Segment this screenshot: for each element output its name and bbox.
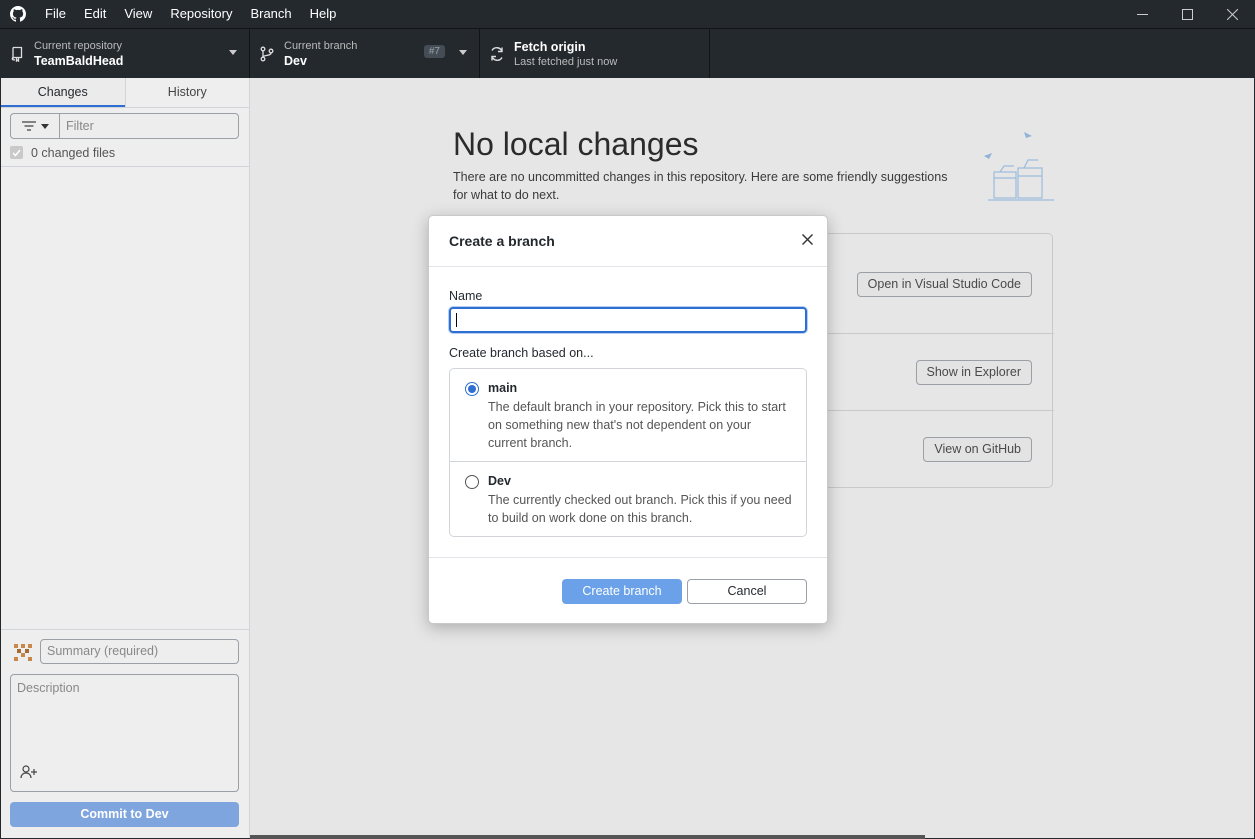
cancel-button[interactable]: Cancel: [687, 579, 807, 604]
repo-icon: [0, 46, 34, 62]
name-label: Name: [449, 289, 483, 303]
add-coauthor-icon[interactable]: [20, 765, 38, 782]
page-description: There are no uncommitted changes in this…: [453, 170, 948, 202]
commit-area: Summary (required) Description Commit to…: [1, 629, 249, 838]
current-repository-button[interactable]: Current repository TeamBaldHead: [0, 29, 250, 78]
title-bar: File Edit View Repository Branch Help: [0, 0, 1255, 28]
filter-input[interactable]: Filter: [59, 113, 239, 139]
option-title: Dev: [488, 474, 511, 488]
branch-icon: [250, 46, 284, 62]
github-logo-icon: [0, 0, 36, 28]
page-title: No local changes: [453, 126, 699, 162]
close-icon[interactable]: [801, 233, 815, 247]
dialog-title: Create a branch: [449, 233, 555, 249]
option-dev[interactable]: Dev The currently checked out branch. Pi…: [450, 461, 806, 536]
repo-name: TeamBaldHead: [34, 53, 124, 68]
sync-icon: [480, 46, 514, 62]
window-controls: [1120, 0, 1255, 28]
menu-edit[interactable]: Edit: [75, 0, 115, 28]
option-description: The default branch in your repository. P…: [488, 400, 786, 450]
menu-repository[interactable]: Repository: [161, 0, 241, 28]
branch-name-input[interactable]: [449, 307, 807, 333]
option-main[interactable]: main The default branch in your reposito…: [450, 369, 806, 462]
description-input[interactable]: Description: [10, 674, 239, 792]
view-on-github-button[interactable]: View on GitHub: [923, 437, 1032, 462]
empty-state-illustration-icon: [980, 128, 1060, 204]
chevron-down-icon: [40, 123, 49, 129]
create-branch-button[interactable]: Create branch: [562, 579, 682, 604]
description-placeholder: Description: [17, 681, 80, 695]
filter-options-button[interactable]: [10, 113, 59, 139]
option-title: main: [488, 381, 518, 395]
minimize-icon[interactable]: [1120, 0, 1165, 28]
summary-input[interactable]: Summary (required): [40, 639, 239, 664]
avatar: [10, 639, 35, 664]
changed-files-count: 0 changed files: [31, 145, 116, 160]
menu-file[interactable]: File: [36, 0, 75, 28]
filter-row: Filter: [10, 113, 239, 139]
fetch-origin-button[interactable]: Fetch origin Last fetched just now: [480, 29, 710, 78]
branch-name: Dev: [284, 53, 307, 68]
fetch-desc: Last fetched just now: [514, 55, 618, 68]
dialog-body: Name Create branch based on... main The …: [429, 267, 827, 557]
changed-files-header: 0 changed files: [1, 139, 249, 167]
commit-button[interactable]: Commit to Dev: [10, 802, 239, 827]
show-in-explorer-button[interactable]: Show in Explorer: [915, 360, 1032, 385]
sidebar-tabs: Changes History: [1, 78, 249, 108]
dialog-header: Create a branch: [429, 216, 827, 267]
sidebar: Changes History Filter 0 changed files S…: [1, 78, 250, 838]
text-cursor: [456, 313, 457, 327]
radio-dev[interactable]: [465, 475, 479, 489]
base-branch-options: main The default branch in your reposito…: [449, 368, 807, 537]
chevron-down-icon: [459, 50, 467, 55]
maximize-icon[interactable]: [1165, 0, 1210, 28]
repo-desc: Current repository: [34, 39, 123, 52]
radio-main[interactable]: [465, 382, 479, 396]
close-window-icon[interactable]: [1210, 0, 1255, 28]
toolbar: Current repository TeamBaldHead Current …: [0, 28, 1255, 78]
option-description: The currently checked out branch. Pick t…: [488, 493, 792, 525]
filter-icon: [21, 121, 36, 131]
select-all-checkbox[interactable]: [10, 146, 23, 159]
chevron-down-icon: [229, 50, 237, 55]
dialog-footer: Create branch Cancel: [429, 557, 827, 623]
branch-desc: Current branch: [284, 39, 358, 52]
menu-branch[interactable]: Branch: [241, 0, 300, 28]
menu-help[interactable]: Help: [301, 0, 346, 28]
tab-history[interactable]: History: [124, 78, 250, 107]
pull-request-badge: #7: [423, 45, 445, 58]
current-branch-button[interactable]: Current branch Dev #7: [250, 29, 480, 78]
menu-bar: File Edit View Repository Branch Help: [36, 0, 345, 28]
tab-changes[interactable]: Changes: [1, 78, 125, 107]
fetch-title: Fetch origin: [514, 39, 586, 54]
menu-view[interactable]: View: [115, 0, 161, 28]
scrollbar-bottom: [250, 835, 925, 839]
based-on-label: Create branch based on...: [449, 346, 594, 360]
create-branch-dialog: Create a branch Name Create branch based…: [428, 215, 828, 624]
open-in-editor-button[interactable]: Open in Visual Studio Code: [856, 272, 1032, 297]
